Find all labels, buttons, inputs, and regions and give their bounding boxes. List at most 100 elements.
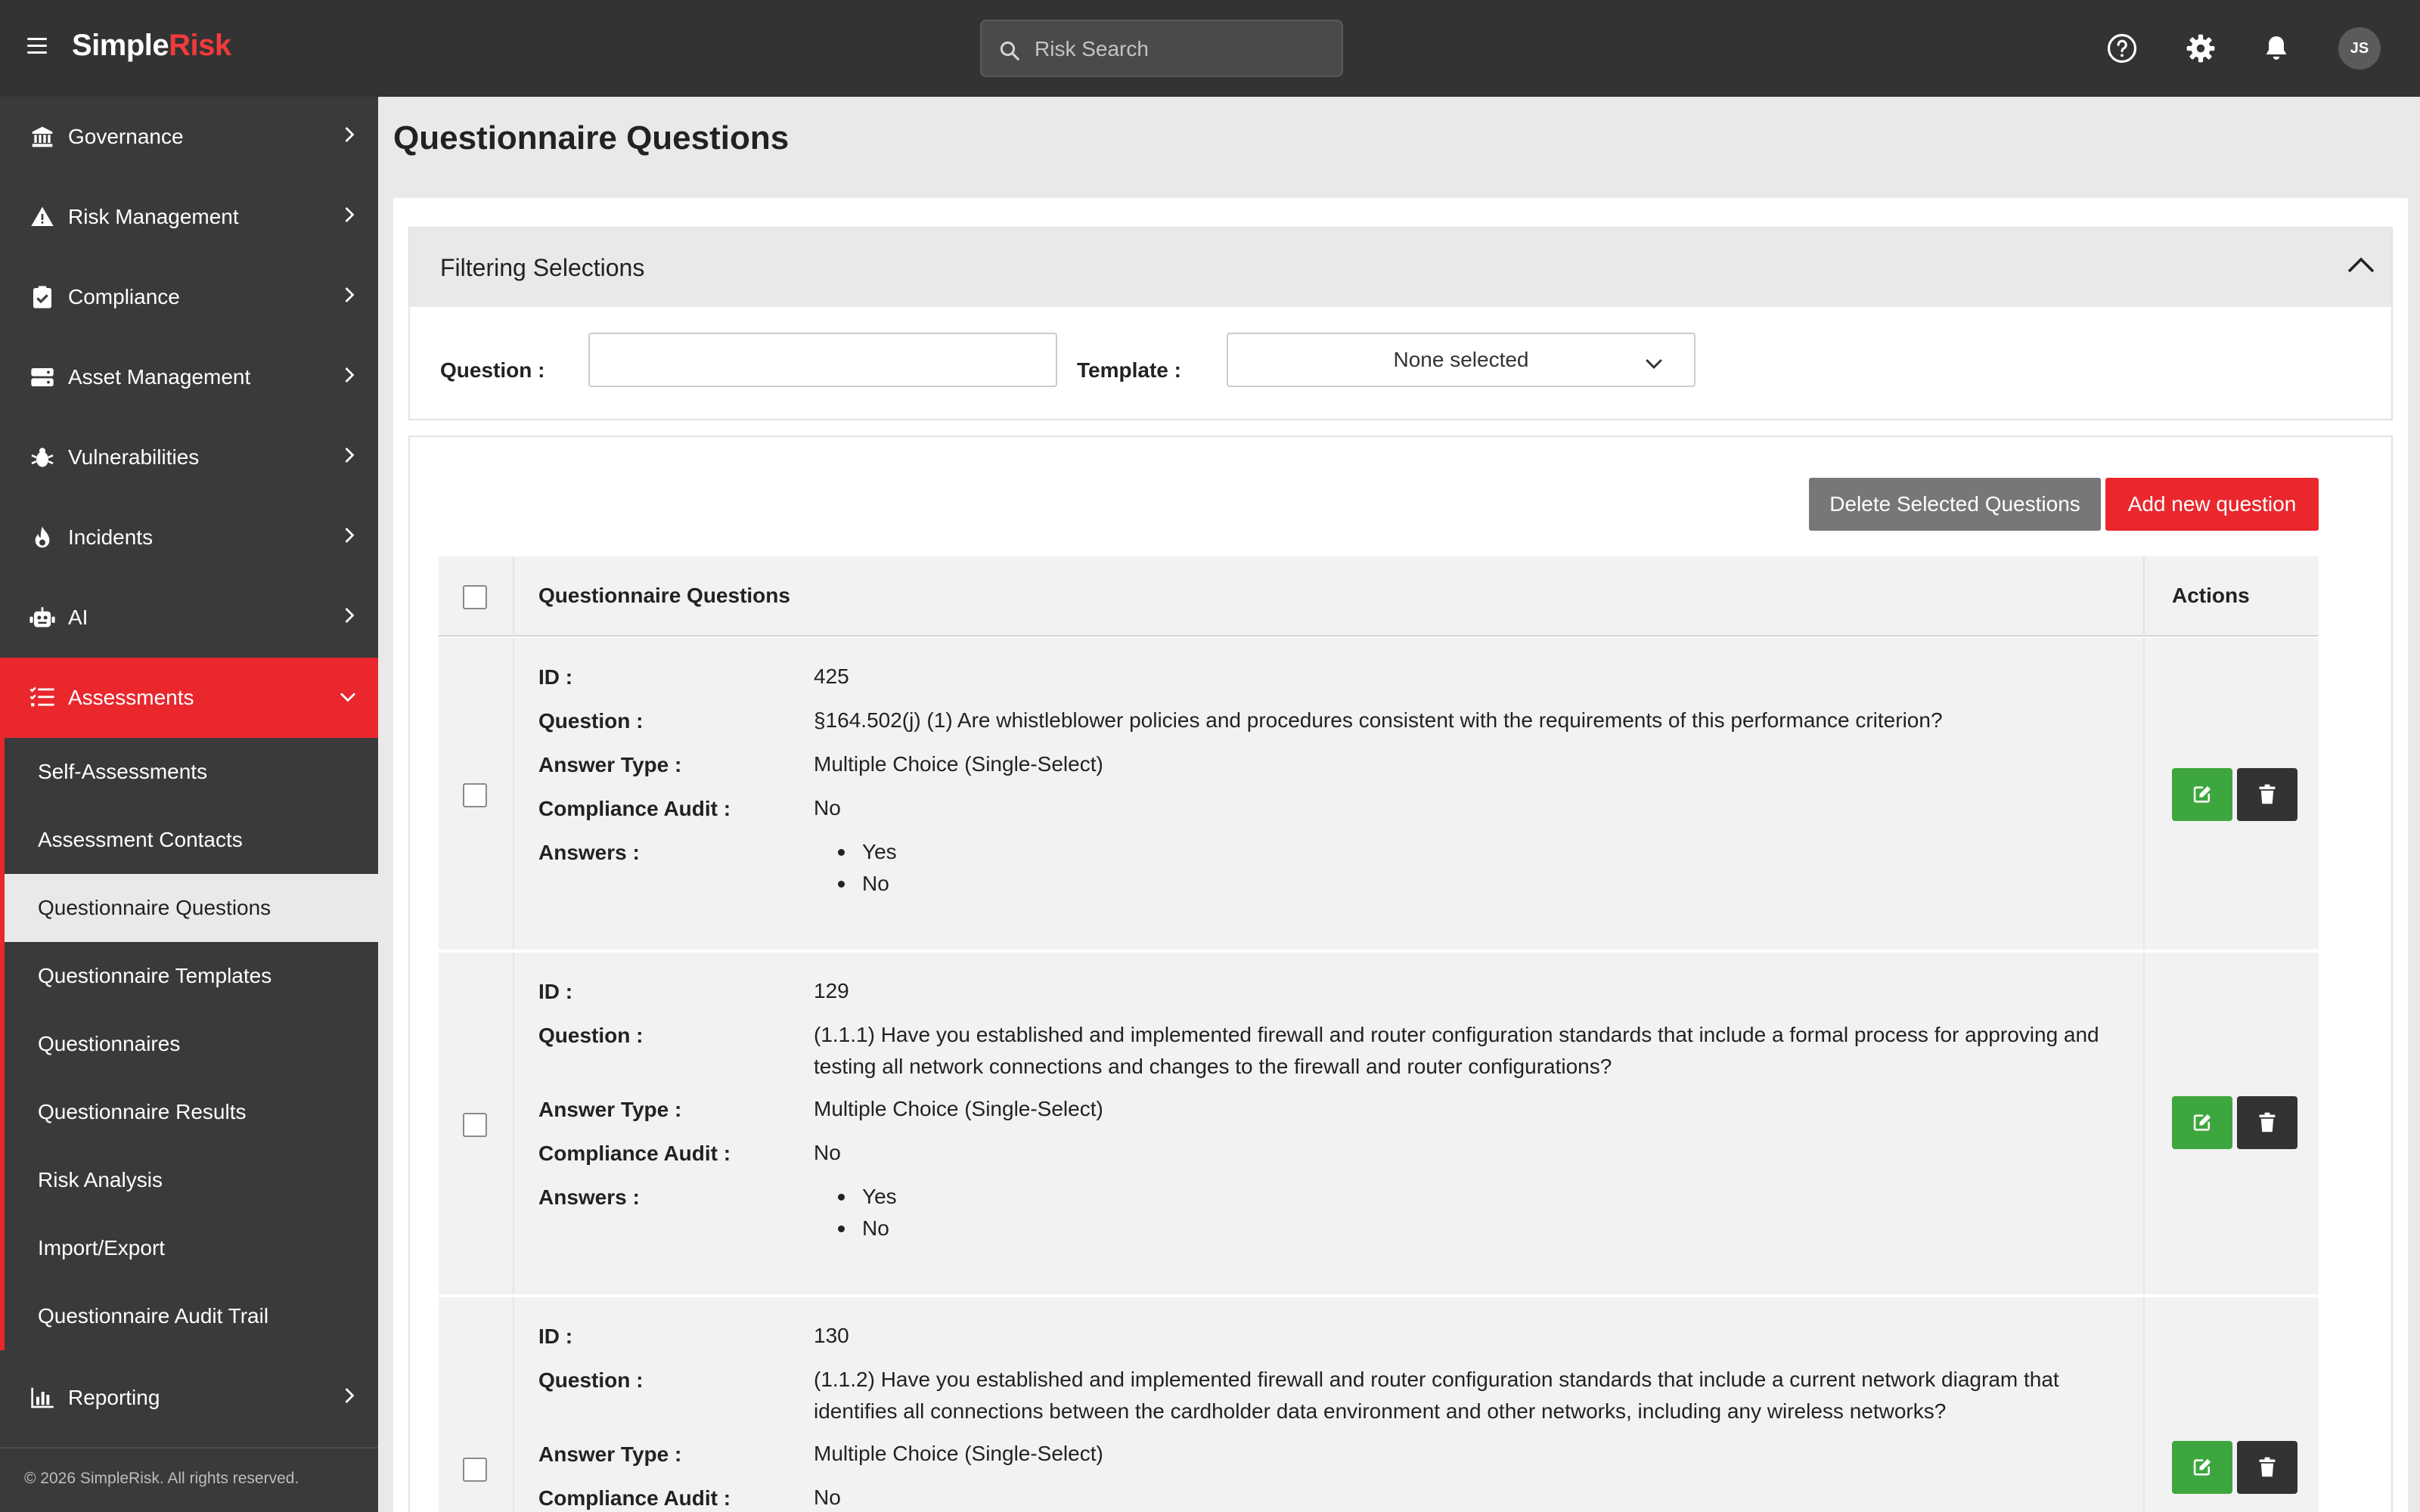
- edit-icon: [2193, 1458, 2211, 1476]
- field-label-question: Question :: [538, 1368, 644, 1392]
- trash-icon: [2259, 1112, 2276, 1132]
- sidebar-item-reporting[interactable]: Reporting: [0, 1358, 378, 1438]
- chevron-right-icon: [342, 205, 357, 229]
- delete-selected-questions-button[interactable]: Delete Selected Questions: [1809, 478, 2101, 531]
- chevron-up-icon[interactable]: [2346, 256, 2376, 279]
- trash-icon: [2259, 784, 2276, 804]
- field-label-compliance-audit: Compliance Audit :: [538, 797, 731, 820]
- field-label-question: Question :: [538, 709, 644, 733]
- sidebar-item-label: Risk Management: [68, 205, 239, 228]
- compliance-audit: No: [814, 1486, 841, 1509]
- edit-button[interactable]: [2172, 1096, 2232, 1149]
- sidebar-item-risk-management[interactable]: Risk Management: [0, 177, 378, 257]
- chevron-right-icon: [342, 525, 357, 550]
- bar-chart-icon: [29, 1384, 56, 1411]
- sidebar-item-label: Assessments: [68, 686, 194, 709]
- compliance-audit: No: [814, 1141, 841, 1164]
- field-label-compliance-audit: Compliance Audit :: [538, 1486, 731, 1510]
- filter-header[interactable]: Filtering Selections: [410, 228, 2391, 307]
- sidebar-subitem-questionnaires[interactable]: Questionnaires: [5, 1010, 378, 1078]
- table-row: ID : 130 Question : (1.1.2) Have you est…: [439, 1297, 2319, 1512]
- compliance-audit: No: [814, 796, 841, 820]
- sidebar-item-vulnerabilities[interactable]: Vulnerabilities: [0, 417, 378, 497]
- page-title: Questionnaire Questions: [393, 119, 790, 156]
- filter-panel: Filtering Selections Question : Template…: [408, 227, 2393, 420]
- answer-type: Multiple Choice (Single-Select): [814, 1442, 1103, 1465]
- sidebar-item-label: Incidents: [68, 525, 154, 549]
- row-checkbox[interactable]: [463, 783, 487, 807]
- bell-icon[interactable]: [2258, 30, 2294, 67]
- sidebar-item-assessments[interactable]: Assessments: [0, 658, 378, 738]
- chevron-right-icon: [342, 445, 357, 469]
- field-label-answer-type: Answer Type :: [538, 1098, 682, 1121]
- sidebar-item-label: Vulnerabilities: [68, 445, 200, 469]
- bank-icon: [29, 123, 56, 150]
- table-row: ID : 425 Question : §164.502(j) (1) Are …: [439, 638, 2319, 951]
- sidebar-item-ai[interactable]: AI: [0, 578, 378, 658]
- edit-button[interactable]: [2172, 768, 2232, 821]
- chevron-right-icon: [342, 125, 357, 149]
- answer-type: Multiple Choice (Single-Select): [814, 1097, 1103, 1120]
- sidebar-item-compliance[interactable]: Compliance: [0, 257, 378, 337]
- question-text: §164.502(j) (1) Are whistleblower polici…: [814, 708, 1943, 732]
- add-new-question-button[interactable]: Add new question: [2105, 478, 2319, 531]
- sidebar-subitem-risk-analysis[interactable]: Risk Analysis: [5, 1146, 378, 1214]
- row-checkbox[interactable]: [463, 1458, 487, 1482]
- field-label-answers: Answers :: [538, 1185, 640, 1209]
- delete-button[interactable]: [2237, 768, 2297, 821]
- row-checkbox[interactable]: [463, 1113, 487, 1137]
- gear-icon[interactable]: [2183, 30, 2219, 67]
- edit-button[interactable]: [2172, 1441, 2232, 1494]
- answer-item: Yes: [814, 1181, 897, 1213]
- column-header-actions: Actions: [2172, 584, 2250, 607]
- sidebar-subitem-assessment-contacts[interactable]: Assessment Contacts: [5, 806, 378, 874]
- sidebar-item-asset-management[interactable]: Asset Management: [0, 337, 378, 417]
- chevron-right-icon: [342, 365, 357, 389]
- answer-item: No: [814, 1213, 897, 1244]
- logo-text-simple: Simple: [72, 29, 169, 62]
- risk-search[interactable]: [980, 20, 1343, 77]
- sidebar-subitem-questionnaire-results[interactable]: Questionnaire Results: [5, 1078, 378, 1146]
- template-select-value: None selected: [1393, 348, 1529, 371]
- field-label-question: Question :: [538, 1024, 644, 1047]
- answer-item: Yes: [814, 836, 897, 868]
- chevron-down-icon: [1644, 352, 1664, 376]
- warning-icon: [29, 203, 56, 231]
- chevron-down-icon: [339, 686, 357, 710]
- search-input[interactable]: [1035, 32, 1329, 67]
- chevron-right-icon: [342, 285, 357, 309]
- column-divider: [513, 556, 514, 637]
- delete-button[interactable]: [2237, 1096, 2297, 1149]
- delete-button[interactable]: [2237, 1441, 2297, 1494]
- sidebar-item-governance[interactable]: Governance: [0, 97, 378, 177]
- sidebar-subitem-questionnaire-templates[interactable]: Questionnaire Templates: [5, 942, 378, 1010]
- answers-list: Yes No: [814, 1181, 897, 1244]
- edit-icon: [2193, 785, 2211, 803]
- field-label-compliance-audit: Compliance Audit :: [538, 1142, 731, 1165]
- answer-type: Multiple Choice (Single-Select): [814, 752, 1103, 776]
- question-id: 425: [814, 665, 849, 688]
- sidebar-item-label: Compliance: [68, 285, 180, 308]
- field-label-answers: Answers :: [538, 841, 640, 864]
- sidebar-subitem-import-export[interactable]: Import/Export: [5, 1214, 378, 1282]
- top-bar: SimpleRisk JS: [0, 0, 2420, 97]
- question-filter-label: Question :: [440, 358, 545, 382]
- sidebar-item-label: Asset Management: [68, 365, 251, 389]
- select-all-checkbox[interactable]: [463, 585, 487, 609]
- column-header-questions: Questionnaire Questions: [538, 584, 790, 607]
- sidebar-subitem-questionnaire-questions[interactable]: Questionnaire Questions: [5, 874, 378, 942]
- question-filter-input[interactable]: [588, 333, 1057, 387]
- sidebar-item-label: Reporting: [68, 1386, 160, 1409]
- sidebar-subitem-self-assessments[interactable]: Self-Assessments: [5, 738, 378, 806]
- menu-toggle-icon[interactable]: [27, 38, 47, 57]
- question-text: (1.1.2) Have you established and impleme…: [814, 1368, 2059, 1423]
- app-logo[interactable]: SimpleRisk: [72, 29, 231, 63]
- sidebar-subitem-questionnaire-audit-trail[interactable]: Questionnaire Audit Trail: [5, 1282, 378, 1350]
- template-filter-select[interactable]: None selected: [1227, 333, 1696, 387]
- help-icon[interactable]: [2104, 30, 2140, 67]
- field-label-id: ID :: [538, 980, 573, 1003]
- sidebar-item-incidents[interactable]: Incidents: [0, 497, 378, 578]
- field-label-id: ID :: [538, 665, 573, 689]
- user-avatar[interactable]: JS: [2338, 27, 2381, 70]
- bug-icon: [29, 444, 56, 471]
